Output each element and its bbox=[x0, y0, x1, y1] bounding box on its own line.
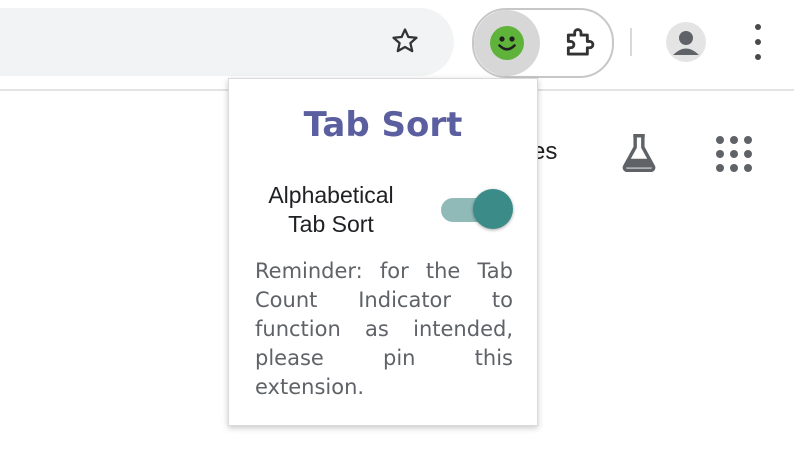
extensions-group bbox=[472, 8, 614, 78]
address-bar[interactable] bbox=[0, 8, 454, 76]
alphabetical-sort-toggle[interactable] bbox=[441, 189, 513, 229]
bookmark-star-icon[interactable] bbox=[388, 24, 422, 58]
flask-icon[interactable] bbox=[616, 130, 662, 176]
tab-sort-extension-button[interactable] bbox=[474, 10, 540, 76]
kebab-menu-icon[interactable] bbox=[744, 24, 772, 60]
popup-title: Tab Sort bbox=[303, 105, 463, 145]
toggle-knob[interactable] bbox=[473, 189, 513, 229]
profile-avatar-icon[interactable] bbox=[666, 22, 706, 62]
pin-reminder-text: Reminder: for the Tab Count Indicator to… bbox=[255, 259, 513, 399]
toolbar-separator bbox=[630, 28, 632, 56]
tab-sort-popup: Tab Sort Alphabetical Tab Sort Reminder:… bbox=[228, 78, 538, 426]
apps-grid-icon[interactable] bbox=[716, 136, 752, 172]
alphabetical-sort-label: Alphabetical Tab Sort bbox=[268, 182, 394, 237]
tab-sort-smiley-icon bbox=[490, 26, 524, 60]
puzzle-piece-icon[interactable] bbox=[562, 24, 600, 62]
